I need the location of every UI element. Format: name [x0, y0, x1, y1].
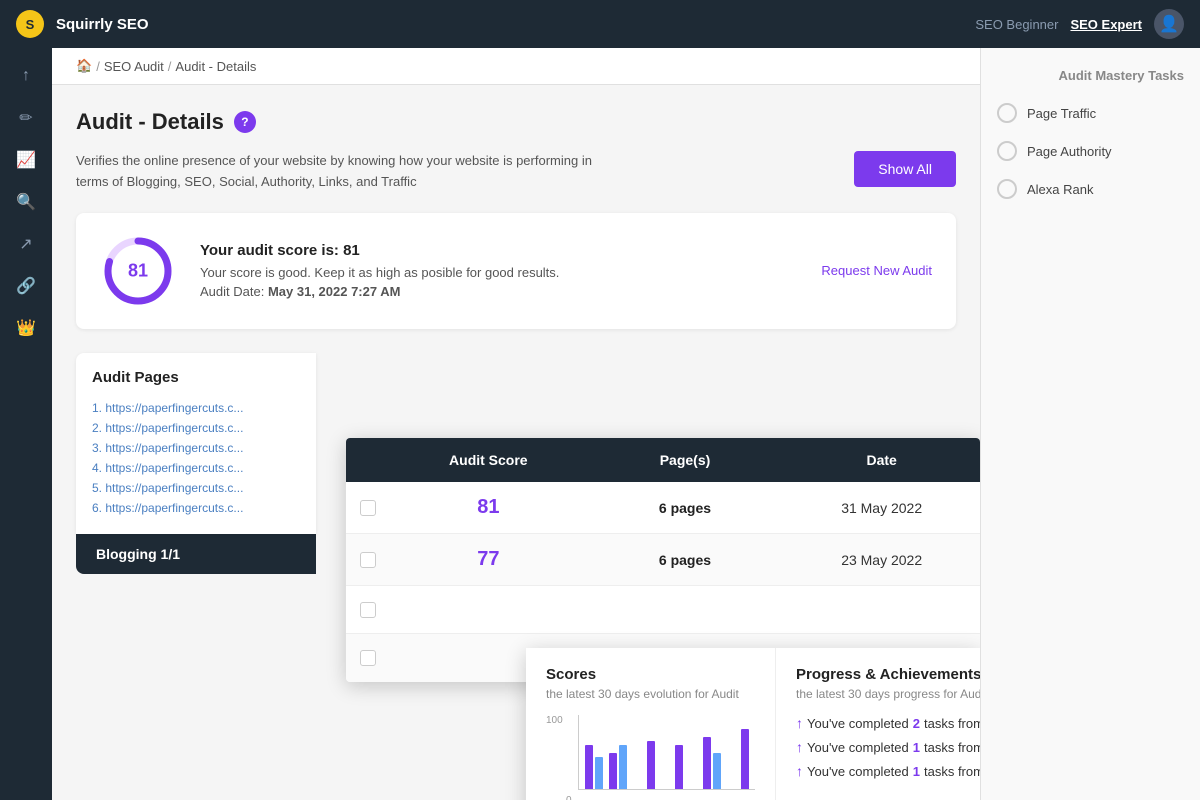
- mastery-label-2: Page Authority: [1027, 144, 1112, 159]
- score-date: Audit Date: May 31, 2022 7:27 AM: [200, 284, 797, 299]
- progress-count-1[interactable]: 2: [913, 716, 920, 731]
- mastery-item-alexa-rank[interactable]: Alexa Rank: [997, 179, 1184, 199]
- breadcrumb-sep2: /: [168, 59, 172, 74]
- nav-icon-search[interactable]: 🔍: [8, 184, 44, 220]
- request-new-audit-link[interactable]: Request New Audit: [821, 263, 932, 278]
- chart-label-0: 0: [566, 795, 572, 800]
- progress-item-2: ↑ You've completed 1 tasks from Socia...: [796, 739, 980, 755]
- progress-arrow-icon: ↑: [796, 715, 803, 731]
- audit-table: Audit Score Page(s) Date 81 6 pages 31 M…: [346, 438, 980, 682]
- bar-group-8: [703, 737, 721, 789]
- table-row: [346, 586, 980, 634]
- row2-score: 77: [390, 548, 587, 571]
- score-desc: Your score is good. Keep it as high as p…: [200, 265, 797, 280]
- breadcrumb-seo-audit[interactable]: SEO Audit: [104, 59, 164, 74]
- table-header: Audit Score Page(s) Date: [346, 438, 980, 482]
- nav-icon-edit[interactable]: ✏: [8, 100, 44, 136]
- progress-panel-title: Progress & Achievements: [796, 666, 980, 683]
- progress-panel: Progress & Achievements the latest 30 da…: [776, 648, 980, 800]
- audit-page-item-6[interactable]: 6. https://paperfingercuts.c...: [92, 498, 300, 518]
- audit-page-item-5[interactable]: 5. https://paperfingercuts.c...: [92, 478, 300, 498]
- table-header-score: Audit Score: [390, 438, 587, 482]
- progress-item-1: ↑ You've completed 2 tasks from Seo: [796, 715, 980, 731]
- audit-page-item-4[interactable]: 4. https://paperfingercuts.c...: [92, 458, 300, 478]
- audit-pages-list: Audit Pages 1. https://paperfingercuts.c…: [76, 353, 316, 534]
- user-avatar[interactable]: 👤: [1154, 9, 1184, 39]
- breadcrumb-sep1: /: [96, 59, 100, 74]
- topnav-logo: S: [16, 10, 44, 38]
- breadcrumb-home-icon[interactable]: 🏠: [76, 58, 92, 74]
- bar-group-1: [585, 745, 603, 789]
- score-circle: 81: [100, 233, 176, 309]
- audit-page-item-1[interactable]: 1. https://paperfingercuts.c...: [92, 398, 300, 418]
- page-description: Verifies the online presence of your web…: [76, 151, 814, 193]
- bar-group-10: [741, 729, 749, 789]
- mastery-item-page-authority[interactable]: Page Authority: [997, 141, 1184, 161]
- mastery-radio-1[interactable]: [997, 103, 1017, 123]
- seo-beginner-link[interactable]: SEO Beginner: [975, 17, 1058, 32]
- score-number: 81: [128, 260, 148, 281]
- progress-arrow-icon-3: ↑: [796, 763, 803, 779]
- row4-check[interactable]: [346, 650, 390, 666]
- audit-page-item-3[interactable]: 3. https://paperfingercuts.c...: [92, 438, 300, 458]
- row2-check[interactable]: [346, 552, 390, 568]
- progress-item-3: ↑ You've completed 1 tasks from Inbo...: [796, 763, 980, 779]
- nav-icon-chart[interactable]: 📈: [8, 142, 44, 178]
- page-title-row: Audit - Details ?: [76, 109, 956, 135]
- row1-pages: 6 pages: [587, 500, 784, 516]
- nav-icon-crown[interactable]: 👑: [8, 310, 44, 346]
- brand-name: Squirrly SEO: [56, 16, 149, 33]
- table-header-pages: Page(s): [587, 438, 784, 482]
- table-header-check: [346, 438, 390, 482]
- bar-group-4: [647, 741, 655, 789]
- progress-count-2[interactable]: 1: [913, 740, 920, 755]
- show-all-button[interactable]: Show All: [854, 151, 956, 187]
- main-content: 🏠 / SEO Audit / Audit - Details Audit - …: [52, 48, 980, 800]
- scores-panel-title: Scores: [546, 666, 755, 683]
- bar-group-6: [675, 745, 683, 789]
- scores-panel: Scores the latest 30 days evolution for …: [526, 648, 776, 800]
- blogging-bar[interactable]: Blogging 1/1: [76, 534, 316, 574]
- mastery-item-page-traffic[interactable]: Page Traffic: [997, 103, 1184, 123]
- page-title: Audit - Details: [76, 109, 224, 135]
- score-card: 81 Your audit score is: 81 Your score is…: [76, 213, 956, 329]
- row3-check[interactable]: [346, 602, 390, 618]
- row2-date: 23 May 2022: [783, 552, 980, 568]
- score-title: Your audit score is: 81: [200, 242, 797, 259]
- mastery-radio-2[interactable]: [997, 141, 1017, 161]
- progress-arrow-icon-2: ↑: [796, 739, 803, 755]
- scores-panel-subtitle: the latest 30 days evolution for Audit: [546, 687, 755, 701]
- row1-date: 31 May 2022: [783, 500, 980, 516]
- mastery-radio-3[interactable]: [997, 179, 1017, 199]
- nav-icon-link[interactable]: 🔗: [8, 268, 44, 304]
- right-sidebar-title: Audit Mastery Tasks: [997, 68, 1184, 83]
- seo-expert-link[interactable]: SEO Expert: [1070, 17, 1142, 32]
- right-sidebar: Audit Mastery Tasks Page Traffic Page Au…: [980, 48, 1200, 800]
- help-icon[interactable]: ?: [234, 111, 256, 133]
- nav-icon-up[interactable]: ↑: [8, 58, 44, 94]
- table-header-date: Date: [783, 438, 980, 482]
- breadcrumb: 🏠 / SEO Audit / Audit - Details: [52, 48, 980, 85]
- progress-panel-subtitle: the latest 30 days progress for Audit Pa…: [796, 687, 980, 701]
- nav-icon-share[interactable]: ↗: [8, 226, 44, 262]
- bottom-panels: Scores the latest 30 days evolution for …: [526, 648, 980, 800]
- row2-pages: 6 pages: [587, 552, 784, 568]
- chart-label-100: 100: [546, 715, 563, 726]
- left-sidebar: ↑ ✏ 📈 🔍 ↗ 🔗 👑: [0, 48, 52, 800]
- table-row: 77 6 pages 23 May 2022: [346, 534, 980, 586]
- row1-score: 81: [390, 496, 587, 519]
- table-row: 81 6 pages 31 May 2022: [346, 482, 980, 534]
- row1-check[interactable]: [346, 500, 390, 516]
- bar-group-2: [609, 745, 627, 789]
- score-info: Your audit score is: 81 Your score is go…: [200, 242, 797, 299]
- audit-pages-title: Audit Pages: [92, 369, 300, 386]
- audit-page-item-2[interactable]: 2. https://paperfingercuts.c...: [92, 418, 300, 438]
- breadcrumb-current: Audit - Details: [175, 59, 256, 74]
- bar-chart: [578, 715, 755, 790]
- mastery-label-3: Alexa Rank: [1027, 182, 1093, 197]
- progress-count-3[interactable]: 1: [913, 764, 920, 779]
- mastery-label-1: Page Traffic: [1027, 106, 1096, 121]
